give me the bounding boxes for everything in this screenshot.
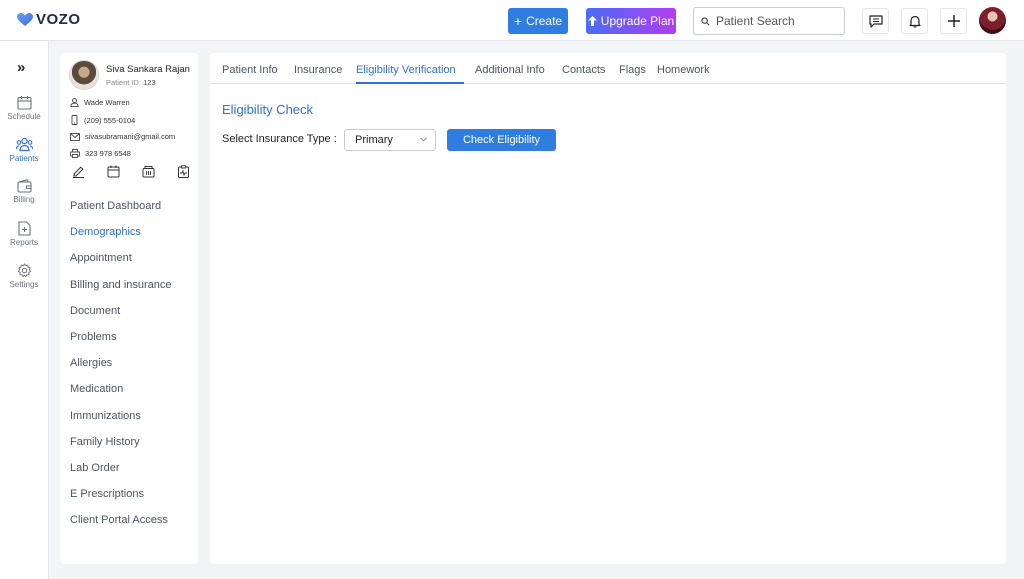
main-content: Patient Info Insurance Eligibility Verif… (210, 53, 1006, 564)
patient-phone: (209) 555-0104 (84, 115, 136, 125)
chat-icon (868, 14, 883, 28)
patient-email-row: sivasubramani@gmail.com (70, 132, 175, 141)
patient-nav-billing-insurance[interactable]: Billing and insurance (70, 278, 172, 304)
rail-label-schedule: Schedule (7, 112, 41, 121)
patient-phone-row: (209) 555-0104 (70, 115, 135, 125)
patient-nav-immunizations[interactable]: Immunizations (70, 409, 172, 435)
rail-item-settings[interactable]: Settings (0, 263, 48, 289)
clipboard-medical-icon[interactable] (177, 165, 190, 178)
edit-icon[interactable] (72, 165, 85, 178)
messages-button[interactable] (862, 8, 889, 34)
chevron-down-icon (420, 135, 427, 144)
rail-item-schedule[interactable]: Schedule (0, 95, 48, 121)
report-icon (17, 221, 31, 236)
patient-nav-document[interactable]: Document (70, 304, 172, 330)
patient-nav-e-prescriptions[interactable]: E Prescriptions (70, 487, 172, 513)
patient-action-bar (72, 165, 190, 178)
patient-nav-dashboard[interactable]: Patient Dashboard (70, 199, 172, 225)
tab-homework[interactable]: Homework (657, 64, 710, 76)
vozo-logo[interactable]: VOZO (17, 11, 81, 28)
check-eligibility-button[interactable]: Check Eligibility (447, 129, 556, 151)
insurance-type-label: Select Insurance Type : (222, 133, 337, 145)
tab-insurance[interactable]: Insurance (294, 64, 342, 76)
person-icon (70, 98, 79, 107)
create-button[interactable]: + Create (508, 8, 568, 34)
plus-icon: + (513, 13, 523, 29)
upgrade-plan-button[interactable]: Upgrade Plan (586, 8, 676, 34)
rail-item-reports[interactable]: Reports (0, 221, 48, 247)
user-avatar[interactable] (979, 7, 1006, 34)
insurance-type-value: Primary (355, 134, 393, 146)
patient-search-input[interactable] (716, 14, 836, 28)
patient-side-panel: Siva Sankara Rajan Patient ID: 123 Wade … (60, 53, 198, 564)
patient-id-label: Patient ID: (106, 78, 142, 87)
heart-logo-icon (17, 12, 33, 26)
tab-contacts[interactable]: Contacts (562, 64, 605, 76)
wallet-billing-icon[interactable] (142, 165, 155, 178)
patient-nav-problems[interactable]: Problems (70, 330, 172, 356)
expand-sidebar-icon[interactable]: » (17, 59, 25, 76)
tab-eligibility-verification[interactable]: Eligibility Verification (356, 64, 456, 76)
patient-nav-allergies[interactable]: Allergies (70, 356, 172, 382)
calendar-icon (16, 96, 32, 110)
patient-nav-medication[interactable]: Medication (70, 382, 172, 408)
rail-item-patients[interactable]: Patients (0, 137, 48, 163)
patient-fax-row: 323 978 6548 (70, 149, 131, 158)
patient-fax: 323 978 6548 (85, 149, 131, 158)
upgrade-label: Upgrade Plan (600, 14, 675, 28)
patient-nav-client-portal-access[interactable]: Client Portal Access (70, 513, 172, 539)
patient-nav-list: Patient Dashboard Demographics Appointme… (70, 199, 172, 539)
eligibility-check-title: Eligibility Check (222, 102, 314, 117)
create-label: Create (526, 14, 563, 28)
patient-avatar (69, 60, 99, 90)
users-icon (15, 137, 33, 152)
patient-contact-name: Wade Warren (84, 98, 130, 107)
patient-nav-appointment[interactable]: Appointment (70, 251, 172, 277)
printer-icon (70, 149, 80, 158)
patient-contact-row: Wade Warren (70, 98, 130, 107)
rail-label-reports: Reports (9, 238, 38, 247)
rail-label-settings: Settings (9, 280, 39, 289)
active-tab-indicator (356, 82, 464, 84)
arrow-up-icon (587, 16, 597, 26)
patient-id: Patient ID: 123 (106, 78, 156, 87)
calendar-icon[interactable] (107, 165, 120, 178)
patient-nav-lab-order[interactable]: Lab Order (70, 461, 172, 487)
wallet-icon (16, 179, 32, 193)
tab-additional-info[interactable]: Additional Info (475, 64, 545, 76)
rail-label-patients: Patients (9, 154, 39, 163)
tab-patient-info[interactable]: Patient Info (222, 64, 278, 76)
rail-item-billing[interactable]: Billing (0, 179, 48, 204)
logo-text: VOZO (36, 11, 81, 28)
gear-icon (17, 263, 31, 278)
patient-email[interactable]: sivasubramani@gmail.com (85, 132, 175, 141)
patient-nav-demographics[interactable]: Demographics (70, 225, 172, 251)
patient-nav-family-history[interactable]: Family History (70, 435, 172, 461)
tab-flags[interactable]: Flags (619, 64, 646, 76)
rail-label-billing: Billing (13, 195, 35, 204)
mail-icon (70, 132, 80, 141)
demographics-tabs: Patient Info Insurance Eligibility Verif… (210, 53, 1006, 84)
add-button[interactable] (940, 8, 967, 34)
plus-icon (947, 15, 960, 27)
search-icon (701, 16, 710, 25)
top-bar: VOZO + Create Upgrade Plan (0, 0, 1024, 41)
insurance-type-select[interactable]: Primary (344, 129, 436, 151)
left-rail: » Schedule Patients Billing Reports Sett… (0, 41, 49, 579)
bell-icon (908, 15, 921, 28)
patient-search-box[interactable] (693, 7, 845, 35)
patient-name: Siva Sankara Rajan (106, 64, 190, 75)
patient-id-value: 123 (143, 78, 156, 87)
notifications-button[interactable] (901, 8, 928, 34)
phone-icon (71, 115, 78, 125)
